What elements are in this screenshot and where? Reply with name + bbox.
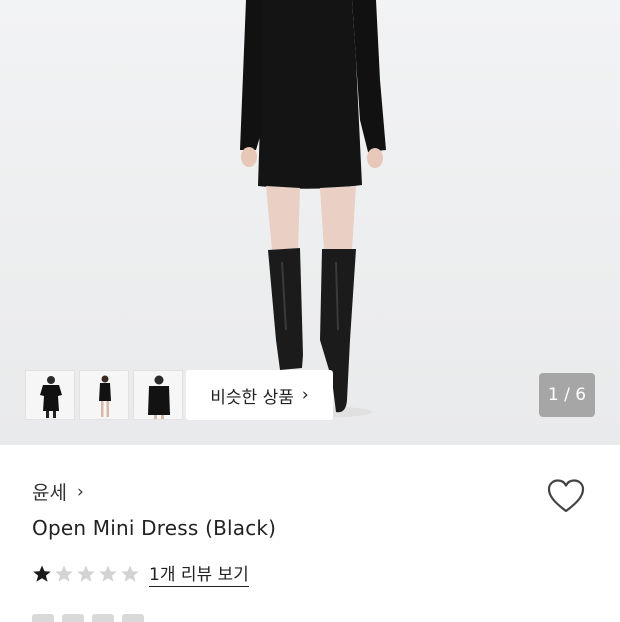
product-title: Open Mini Dress (Black) — [32, 516, 277, 540]
chevron-right-icon: › — [76, 481, 84, 502]
thumbnail-3[interactable] — [133, 370, 183, 420]
star-empty-icon — [99, 565, 117, 582]
thumbnail-strip — [25, 370, 183, 420]
star-empty-icon — [121, 565, 139, 582]
product-image-area[interactable]: 비슷한 상품 › 1 / 6 — [0, 0, 620, 445]
review-link[interactable]: 1개 리뷰 보기 — [149, 560, 249, 587]
star-empty-icon — [55, 565, 73, 582]
similar-products-label: 비슷한 상품 — [210, 387, 294, 408]
rating-row: 1개 리뷰 보기 — [32, 560, 249, 587]
image-counter: 1 / 6 — [539, 373, 595, 417]
brand-link[interactable]: 윤세 › — [32, 478, 84, 505]
star-rating — [32, 564, 140, 584]
star-empty-icon — [77, 565, 95, 582]
heart-outline-icon[interactable] — [546, 478, 586, 514]
thumbnail-2[interactable] — [79, 370, 129, 420]
chevron-right-icon: › — [301, 385, 309, 405]
thumbnail-1[interactable] — [25, 370, 75, 420]
star-filled-icon — [33, 565, 51, 582]
similar-products-button[interactable]: 비슷한 상품 › — [186, 370, 333, 420]
brand-name: 윤세 — [32, 482, 67, 504]
